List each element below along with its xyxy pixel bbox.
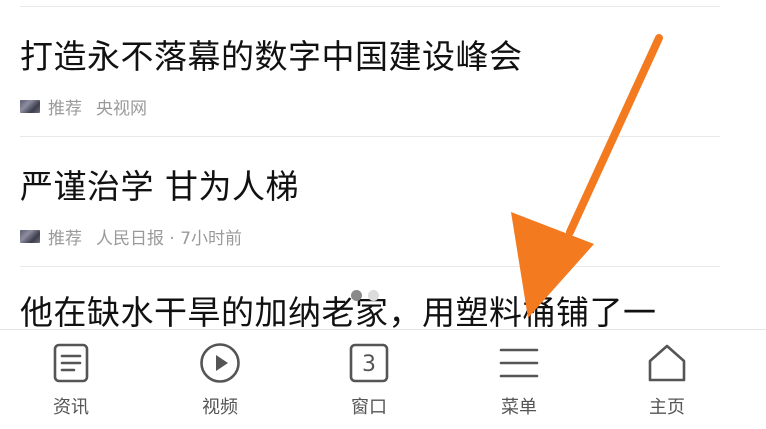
news-title[interactable]: 他在缺水干旱的加纳老家，用塑料桶铺了一 — [20, 291, 657, 330]
tab-label: 视频 — [202, 397, 238, 418]
news-item[interactable]: 他在缺水干旱的加纳老家，用塑料桶铺了一 — [0, 267, 766, 330]
document-icon — [53, 343, 89, 383]
news-title[interactable]: 打造永不落幕的数字中国建设峰会 — [20, 35, 523, 79]
tab-label: 菜单 — [501, 397, 537, 418]
page-dot — [368, 290, 379, 301]
news-tag: 推荐 — [48, 228, 82, 249]
source-avatar-icon — [20, 99, 40, 113]
news-title[interactable]: 严谨治学 甘为人梯 — [20, 165, 299, 209]
home-icon — [648, 344, 686, 382]
news-item[interactable]: 打造永不落幕的数字中国建设峰会 推荐 央视网 — [0, 7, 766, 137]
news-feed: 打造永不落幕的数字中国建设峰会 推荐 央视网 严谨治学 甘为人梯 推荐 人民日报… — [0, 0, 766, 330]
menu-icon — [499, 348, 539, 378]
tab-label: 窗口 — [351, 397, 387, 418]
play-circle-icon — [200, 343, 240, 383]
source-avatar-icon — [20, 229, 40, 243]
news-source: 人民日报 · 7小时前 — [96, 228, 243, 249]
window-count: 3 — [362, 352, 376, 377]
tab-label: 资讯 — [53, 397, 89, 418]
window-count-icon: 3 — [349, 343, 389, 383]
page-indicator — [351, 290, 379, 301]
news-meta: 推荐 央视网 — [20, 95, 147, 119]
tab-home[interactable]: 主页 — [617, 342, 717, 422]
news-tag: 推荐 — [48, 98, 82, 119]
tab-menu[interactable]: 菜单 — [469, 342, 569, 422]
news-item[interactable]: 严谨治学 甘为人梯 推荐 人民日报 · 7小时前 — [0, 137, 766, 267]
tab-windows[interactable]: 3 窗口 — [319, 342, 419, 422]
tab-news[interactable]: 资讯 — [21, 342, 121, 422]
bottom-navigation-bar: 资讯 视频 3 窗口 菜单 主页 — [0, 329, 766, 429]
tab-video[interactable]: 视频 — [170, 342, 270, 422]
news-meta: 推荐 人民日报 · 7小时前 — [20, 225, 243, 249]
tab-label: 主页 — [649, 397, 685, 418]
news-source: 央视网 — [96, 98, 147, 119]
page-dot-active — [351, 290, 362, 301]
